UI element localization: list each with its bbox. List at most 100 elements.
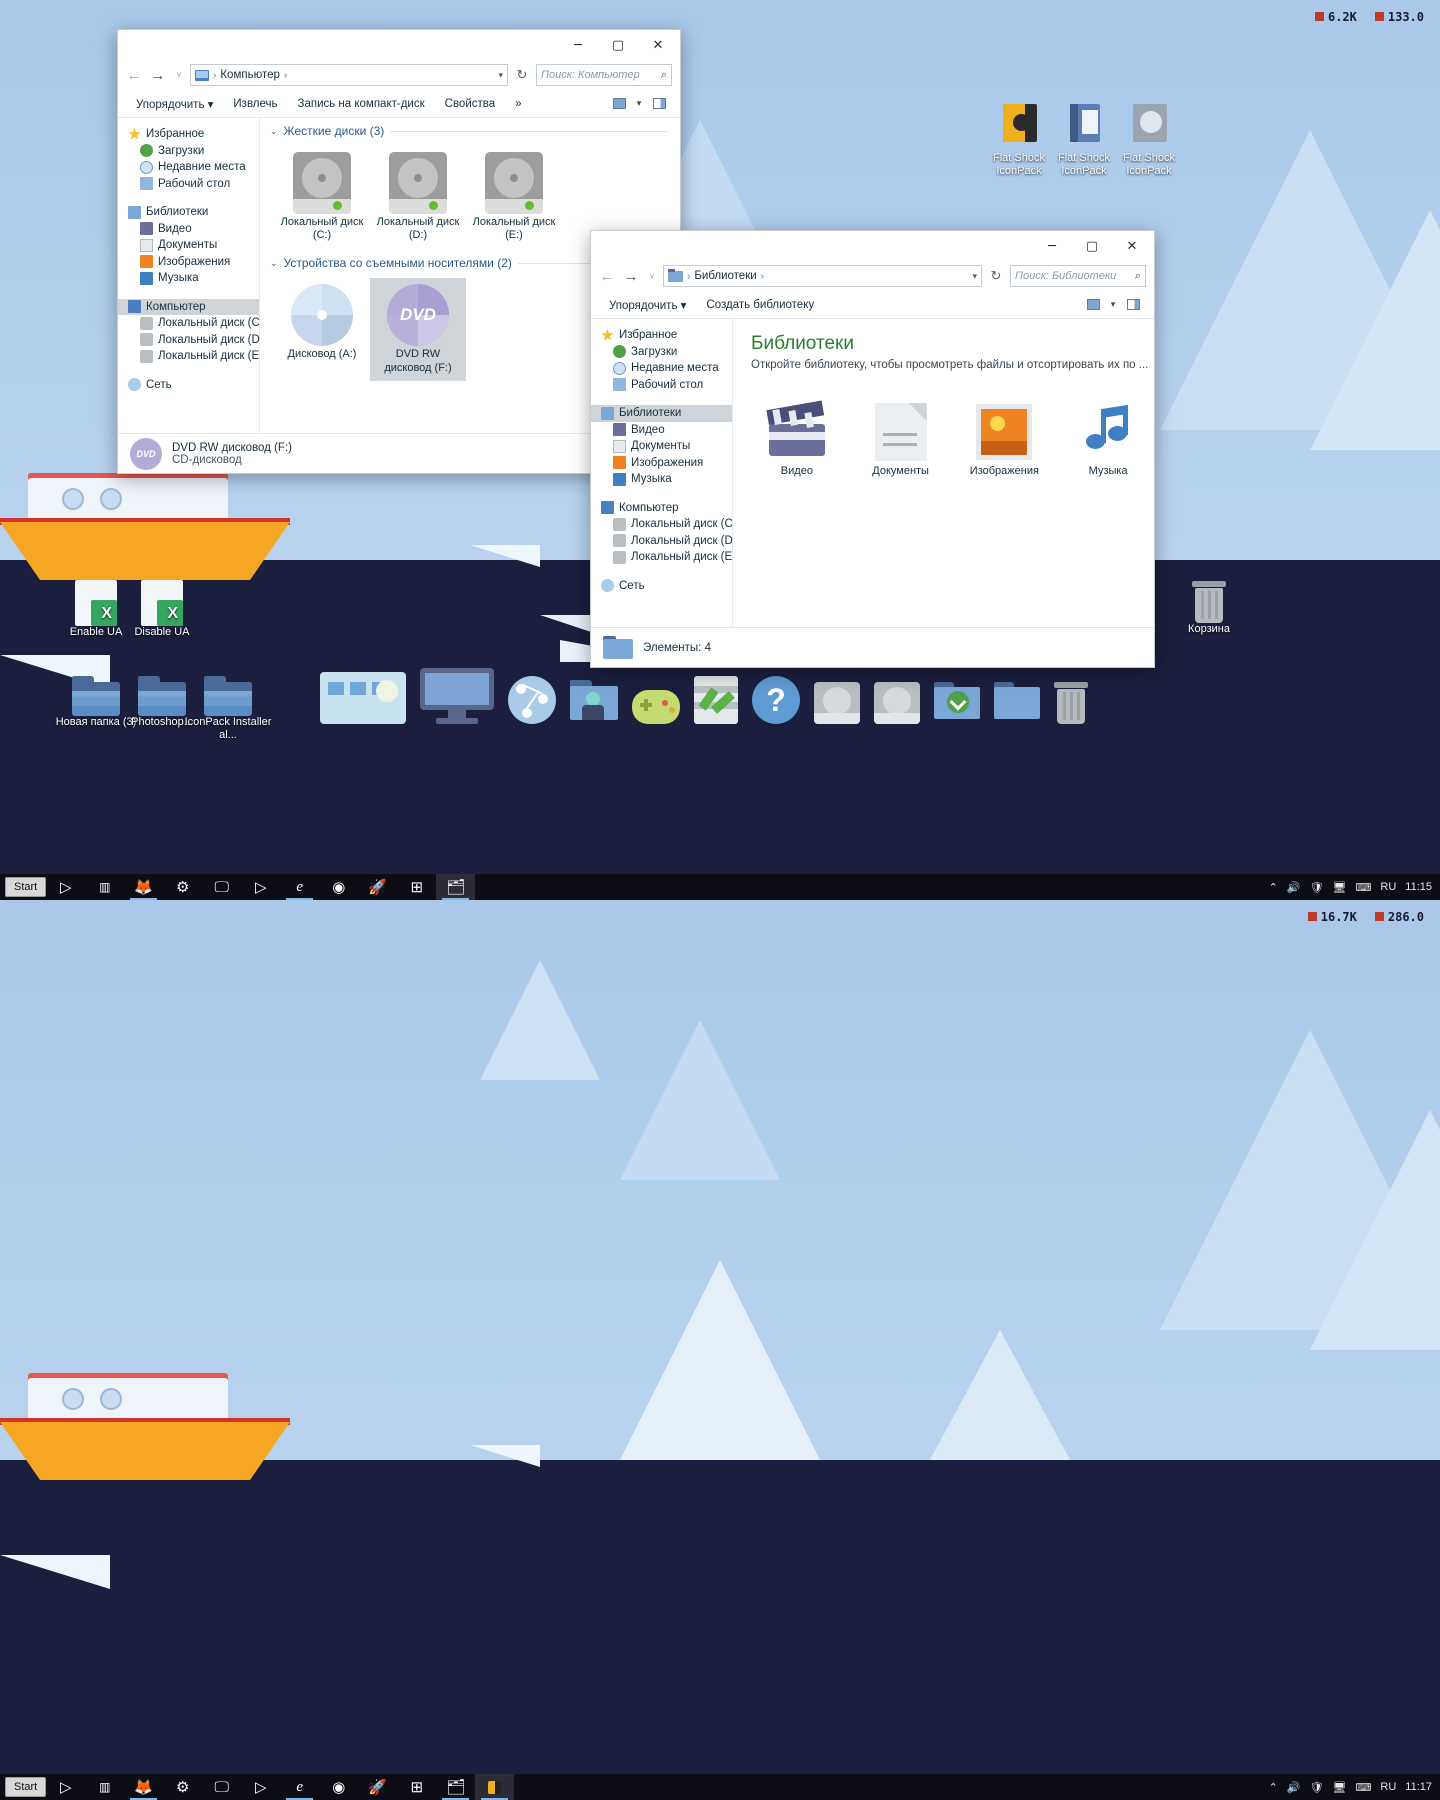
library-tile-documents[interactable]: Документы [855, 395, 947, 484]
taskbar-preview-icon[interactable] [320, 672, 406, 724]
removable-tile[interactable]: DVD DVD RW дисковод (F:) [370, 278, 466, 381]
winrar-taskbar-icon[interactable] [475, 1774, 515, 1800]
titlebar[interactable]: ─ ▢ ✕ [591, 231, 1154, 261]
tray-chevron-icon[interactable]: ⌃ [1269, 1781, 1278, 1794]
address-bar[interactable]: › Компьютер › ▾ [190, 64, 508, 86]
sidebar-item[interactable]: Рабочий стол [591, 377, 732, 394]
start-button[interactable]: Start [5, 1777, 47, 1797]
sidebar-item[interactable]: Музыка [118, 270, 259, 287]
change-view-button[interactable] [606, 94, 632, 114]
desktop-icon-iconpack-installer[interactable]: IconPack Installer al... [184, 670, 272, 741]
group-header-harddisks[interactable]: ⌄ Жесткие диски (3) [260, 118, 680, 140]
drive-icon[interactable] [814, 682, 860, 724]
breadcrumb-root[interactable]: Библиотеки [694, 270, 756, 282]
downloads-folder-icon[interactable] [934, 682, 980, 724]
search-box[interactable]: Поиск: Компьютер ⌕ [536, 64, 672, 86]
close-button[interactable]: ✕ [638, 31, 678, 60]
monitor-icon[interactable] [420, 668, 494, 724]
clock[interactable]: 11:17 [1405, 1781, 1432, 1793]
sidebar-item[interactable]: Локальный диск (C:) [118, 315, 267, 332]
keyboard-icon[interactable]: ⌨ [1356, 881, 1372, 894]
organize-button[interactable]: Упорядочить ▾ [126, 94, 223, 114]
windows-flag-icon[interactable]: ⊞ [397, 874, 436, 900]
sidebar-item[interactable]: Загрузки [591, 344, 732, 361]
properties-button[interactable]: Свойства [435, 95, 506, 113]
tray-chevron-icon[interactable]: ⌃ [1269, 881, 1278, 894]
sidebar-item[interactable]: Локальный диск (D:) [118, 332, 267, 349]
organize-button[interactable]: Упорядочить ▾ [599, 295, 696, 315]
refresh-button[interactable]: ↻ [986, 268, 1006, 284]
library-tile-video[interactable]: Видео [751, 395, 843, 484]
desktop-icon-disable-ua[interactable]: X Disable UA [118, 578, 206, 639]
sidebar-item[interactable]: Локальный диск (D:) [591, 533, 740, 550]
network-tray-icon[interactable]: 🖥 [1333, 1781, 1347, 1794]
sidebar-item[interactable]: Сеть [118, 377, 259, 394]
drive-tile[interactable]: Локальный диск (E:) [466, 146, 562, 248]
sidebar-item[interactable]: Изображения [591, 455, 732, 472]
recent-pages-button[interactable]: ˅ [172, 64, 186, 86]
forward-button[interactable]: → [621, 265, 641, 287]
internet-explorer-icon[interactable]: e [280, 874, 319, 900]
chevron-down-icon[interactable]: ▾ [498, 70, 503, 81]
back-button[interactable]: ← [124, 64, 144, 86]
language-indicator[interactable]: RU [1380, 881, 1396, 893]
breadcrumb-root[interactable]: Компьютер [220, 69, 280, 81]
language-indicator[interactable]: RU [1380, 1781, 1396, 1793]
screen-check-icon[interactable]: 🖵 [202, 1774, 241, 1800]
taskbar[interactable]: Start ▷ ▥ 🦊 ⚙ 🖵 ▷ e ◉ 🚀 ⊞ 🗂 ⌃ 🔊 🛡 🖥 ⌨ RU… [0, 874, 1440, 900]
chevron-down-icon[interactable]: ▾ [972, 271, 977, 282]
sidebar-item[interactable]: Загрузки [118, 143, 259, 160]
media-player-icon[interactable]: ▷ [46, 1774, 85, 1800]
screen-check-icon[interactable]: 🖵 [202, 874, 241, 900]
network-tray-icon[interactable]: 🖥 [1333, 881, 1347, 894]
play-icon[interactable]: ▷ [241, 1774, 280, 1800]
gear-icon[interactable]: ⚙ [163, 874, 202, 900]
sidebar-item[interactable]: Компьютер [591, 500, 732, 517]
search-box[interactable]: Поиск: Библиотеки ⌕ [1010, 265, 1146, 287]
sidebar-item[interactable]: Музыка [591, 471, 732, 488]
shield-icon[interactable]: 🛡 [1310, 881, 1324, 894]
sidebar-item[interactable]: Избранное [591, 327, 732, 344]
sidebar-item[interactable]: Видео [118, 221, 259, 238]
play-icon[interactable]: ▷ [241, 874, 280, 900]
drive-icon[interactable] [874, 682, 920, 724]
media-player-icon[interactable]: ▷ [46, 874, 85, 900]
view-dropdown-button[interactable]: ▾ [1106, 295, 1120, 315]
sidebar-item[interactable]: Документы [591, 438, 732, 455]
titlebar[interactable]: ─ ▢ ✕ [118, 30, 680, 60]
view-dropdown-button[interactable]: ▾ [632, 94, 646, 114]
drive-tile[interactable]: Локальный диск (C:) [274, 146, 370, 248]
windows-flag-icon[interactable]: ⊞ [397, 1774, 436, 1800]
monitor-waveform-icon[interactable]: ▥ [85, 874, 124, 900]
volume-icon[interactable]: 🔊 [1287, 881, 1301, 894]
burn-cd-button[interactable]: Запись на компакт-диск [288, 95, 435, 113]
opera-icon[interactable]: ◉ [319, 1774, 358, 1800]
desktop-icon-flatshock-3[interactable]: Flat Shock IconPack [1105, 100, 1193, 177]
explorer-window-libraries[interactable]: ─ ▢ ✕ ← → ˅ › Библиотеки › ▾ ↻ Поиск: Би… [590, 230, 1155, 668]
volume-icon[interactable]: 🔊 [1287, 1781, 1301, 1794]
sidebar-item[interactable]: Избранное [118, 126, 259, 143]
rocket-icon[interactable]: 🚀 [358, 874, 397, 900]
network-icon[interactable] [508, 676, 556, 724]
refresh-button[interactable]: ↻ [512, 67, 532, 83]
games-icon[interactable] [632, 690, 680, 724]
explorer-icon[interactable]: 🗂 [436, 1774, 475, 1800]
chevron-down-icon[interactable]: ⌄ [270, 258, 278, 269]
sidebar-item[interactable]: Локальный диск (E:) [591, 549, 739, 566]
sidebar-item[interactable]: Компьютер [118, 298, 259, 315]
explorer-icon[interactable]: 🗂 [436, 874, 476, 900]
recent-pages-button[interactable]: ˅ [645, 265, 659, 287]
sidebar-item[interactable]: Недавние места [591, 360, 732, 377]
maximize-button[interactable]: ▢ [598, 31, 638, 60]
firefox-icon[interactable]: 🦊 [124, 874, 163, 900]
forward-button[interactable]: → [148, 64, 168, 86]
monitor-waveform-icon[interactable]: ▥ [85, 1774, 124, 1800]
sidebar-item[interactable]: Библиотеки [591, 405, 732, 422]
clock[interactable]: 11:15 [1405, 881, 1432, 893]
library-tile-pictures[interactable]: Изображения [959, 395, 1051, 484]
recycle-bin-icon[interactable] [1054, 682, 1088, 724]
sidebar-item[interactable]: Сеть [591, 578, 732, 595]
sidebar-item[interactable]: Изображения [118, 254, 259, 271]
maximize-button[interactable]: ▢ [1072, 232, 1112, 261]
eject-button[interactable]: Извлечь [223, 95, 287, 113]
